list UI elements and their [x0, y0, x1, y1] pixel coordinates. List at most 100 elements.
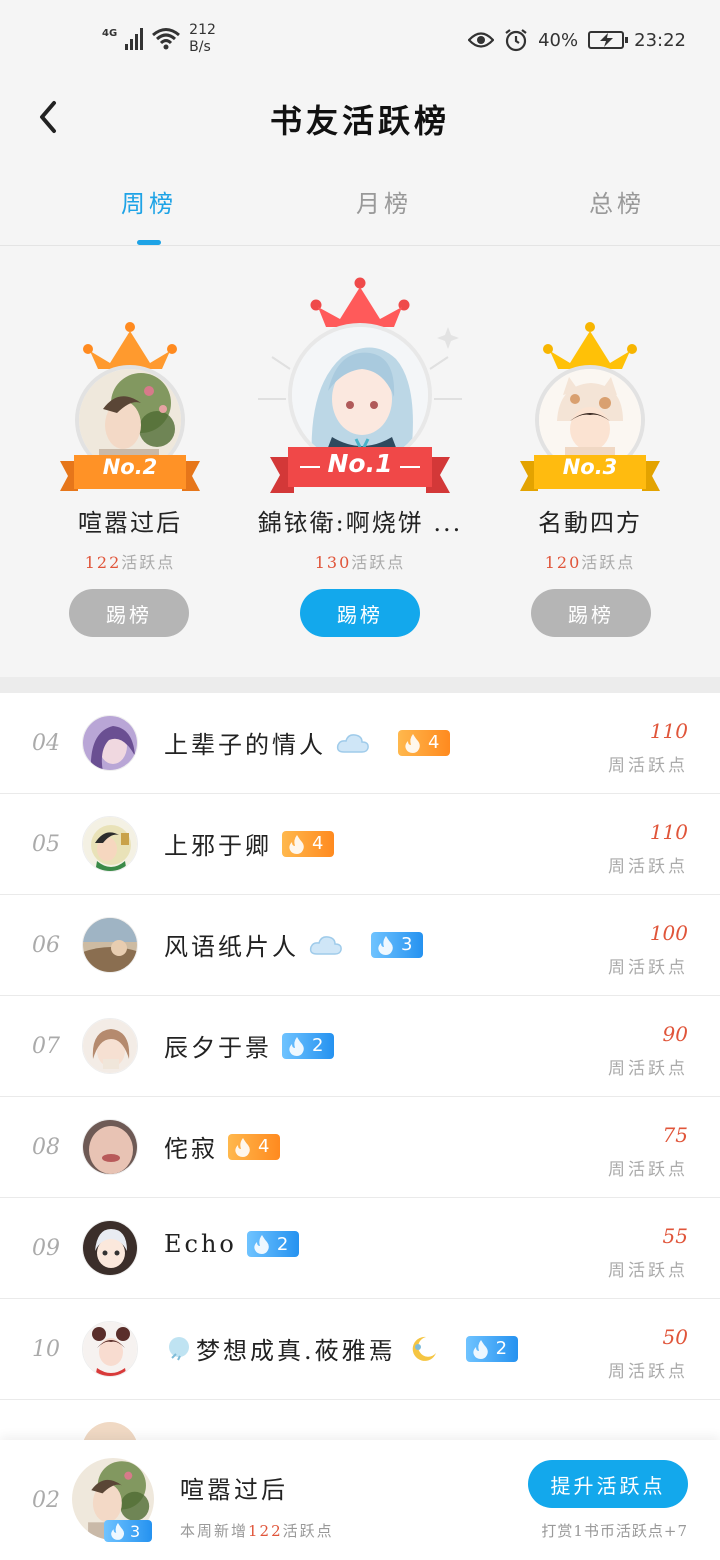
score-label: 周活跃点 [608, 1160, 688, 1180]
name-wrap: 侘寂 4 [164, 1129, 280, 1164]
podium-first-name: 錦铱衛:啊烧饼 ... [257, 509, 463, 537]
points-suffix: 活跃点 [351, 553, 406, 572]
cloud-icon [309, 935, 342, 955]
score-value: 100 [649, 921, 688, 945]
crown-orange-icon [83, 322, 177, 369]
level-value: 2 [495, 1338, 508, 1359]
kick-button-third[interactable]: 踢榜 [531, 589, 651, 637]
points-value: 130 [314, 553, 352, 572]
rank-number: 09 [32, 1236, 60, 1261]
score-label: 周活跃点 [608, 958, 688, 978]
points-value: 122 [84, 553, 122, 572]
avatar-image [83, 1019, 137, 1073]
clock: 23:22 [634, 29, 686, 51]
user-name: Echo [164, 1230, 237, 1258]
level-value: 3 [130, 1521, 141, 1541]
reward-hint: 打赏1书币活跃点+7 [541, 1522, 688, 1540]
flame-icon [289, 1036, 304, 1056]
flame-icon [111, 1523, 125, 1540]
network-speed: 212 B/s [189, 22, 216, 56]
level-badge: 2 [246, 1231, 299, 1257]
network-type: 4G [102, 28, 118, 39]
name-wrap: 上邪于卿 4 [164, 826, 334, 861]
my-level-badge: 3 [104, 1520, 152, 1542]
kick-button-first[interactable]: 踢榜 [300, 589, 420, 637]
user-name: 辰夕于景 [164, 1034, 272, 1062]
tab-monthly[interactable]: 月榜 [304, 184, 464, 219]
podium-first-points: 130活跃点 [250, 549, 470, 573]
name-wrap: 辰夕于景 2 [164, 1028, 334, 1063]
level-value: 2 [312, 1035, 324, 1056]
podium-second-points: 122活跃点 [40, 549, 220, 573]
user-name: 梦想成真.莜雅焉 [196, 1337, 396, 1365]
list-item[interactable]: 10 梦想成真.莜雅焉 2 50 周活跃点 [0, 1299, 720, 1400]
avatar[interactable] [82, 1220, 138, 1276]
crown-red-icon [310, 277, 410, 327]
level-badge: 4 [228, 1133, 280, 1160]
avatar[interactable] [82, 1018, 138, 1074]
avatar-image [83, 1322, 137, 1376]
signal-icon [125, 26, 144, 50]
list-item[interactable]: 09 Echo 2 55 周活跃点 [0, 1198, 720, 1299]
status-bar: 4G 212 B/s 40% 23:22 [0, 0, 720, 80]
level-badge: 4 [398, 729, 450, 756]
level-value: 4 [312, 833, 324, 854]
list-item[interactable]: 04 上辈子的情人 4 110 周活跃点 [0, 693, 720, 794]
battery-icon [588, 31, 629, 49]
boost-activity-button[interactable]: 提升活跃点 [528, 1460, 688, 1508]
flame-icon [472, 1339, 488, 1359]
tab-weekly[interactable]: 周榜 [69, 184, 229, 219]
level-value: 4 [258, 1136, 270, 1157]
my-name: 喧嚣过后 [180, 1476, 288, 1504]
score-value: 110 [649, 719, 688, 743]
avatar-image [83, 1221, 137, 1275]
level-badge: 2 [282, 1032, 334, 1059]
avatar[interactable] [82, 1321, 138, 1377]
score-value: 75 [662, 1123, 688, 1147]
user-name: 风语纸片人 [164, 933, 299, 961]
moon-star-icon [412, 1336, 436, 1361]
my-rank-number: 02 [32, 1488, 60, 1513]
level-badge: 2 [465, 1335, 518, 1362]
list-item[interactable]: 05 上邪于卿 4 110 周活跃点 [0, 794, 720, 895]
user-name: 上邪于卿 [164, 832, 272, 860]
kick-button-second[interactable]: 踢榜 [69, 589, 189, 637]
name-wrap: 梦想成真.莜雅焉 2 [164, 1331, 518, 1366]
score-label: 周活跃点 [608, 857, 688, 877]
level-value: 2 [276, 1233, 289, 1255]
score-value: 55 [662, 1224, 688, 1248]
podium-second-name: 喧嚣过后 [78, 509, 182, 537]
avatar[interactable] [82, 715, 138, 771]
level-value: 3 [401, 934, 413, 955]
badge-no3: No.3 [562, 455, 618, 479]
score-value: 110 [649, 820, 688, 844]
level-badge: 3 [371, 931, 423, 958]
flame-icon [378, 935, 393, 955]
podium-second: No.2 喧嚣过后 122活跃点 踢榜 [40, 247, 220, 647]
list-item[interactable]: 07 辰夕于景 2 90 周活跃点 [0, 996, 720, 1097]
points-suffix: 活跃点 [121, 553, 176, 572]
section-divider [0, 677, 720, 693]
score-label: 周活跃点 [608, 1362, 688, 1382]
podium-third-points: 120活跃点 [500, 549, 680, 573]
bubble-icon [169, 1336, 189, 1360]
points-suffix: 活跃点 [581, 553, 636, 572]
avatar[interactable] [82, 1119, 138, 1175]
eye-icon [468, 32, 495, 48]
avatar[interactable] [82, 917, 138, 973]
flame-icon [289, 834, 304, 854]
rank-number: 05 [32, 832, 60, 857]
list-item[interactable]: 08 侘寂 4 75 周活跃点 [0, 1097, 720, 1198]
status-left: 4G 212 B/s [102, 22, 216, 56]
list-item[interactable]: 06 风语纸片人 3 100 周活跃点 [0, 895, 720, 996]
avatar-image [83, 1120, 137, 1174]
score-value: 50 [662, 1325, 688, 1349]
score-value: 90 [662, 1022, 688, 1046]
tab-bar: 周榜 月榜 总榜 [0, 170, 720, 246]
rank-number: 08 [32, 1135, 60, 1160]
score-label: 周活跃点 [608, 756, 688, 776]
avatar[interactable] [82, 816, 138, 872]
tab-total[interactable]: 总榜 [537, 184, 697, 219]
flame-icon [405, 733, 420, 753]
rank-number: 10 [32, 1337, 60, 1362]
